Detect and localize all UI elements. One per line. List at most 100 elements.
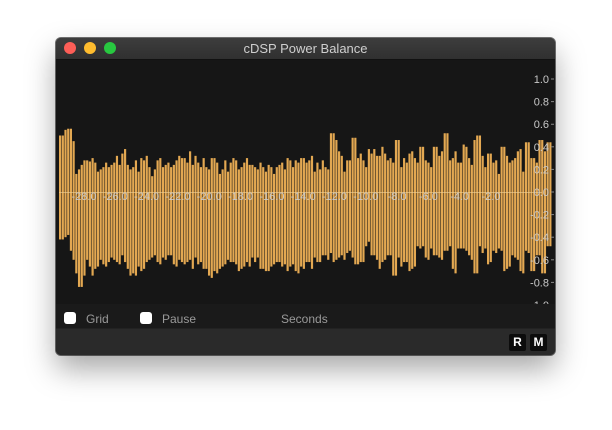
x-tick-label: -16.0 bbox=[259, 191, 284, 203]
balance-plot: -28.0 -26.0 -24.0 -22.0 -20.0 -18.0 -16.0 -14.0… bbox=[56, 60, 555, 304]
balance-bar bbox=[468, 158, 471, 256]
balance-bar bbox=[272, 173, 276, 265]
pause-label: Pause bbox=[162, 312, 197, 326]
balance-chart: -28.0 -26.0 -24.0 -22.0 -20.0 -18.0 -16.0 -14.0… bbox=[59, 74, 554, 304]
balance-bar bbox=[156, 160, 159, 263]
balance-bar bbox=[497, 173, 500, 249]
balance-bar bbox=[59, 135, 62, 240]
balance-bar bbox=[313, 171, 316, 258]
balance-bar bbox=[189, 151, 192, 260]
balance-bar bbox=[126, 164, 129, 269]
balance-bar bbox=[519, 149, 522, 272]
balance-bar bbox=[457, 162, 460, 249]
balance-bar bbox=[61, 135, 64, 240]
balance-bar bbox=[221, 169, 224, 267]
balance-bar bbox=[172, 164, 175, 265]
balance-bar bbox=[346, 160, 349, 254]
balance-bar bbox=[340, 155, 343, 256]
balance-bar bbox=[416, 162, 419, 247]
window-title: cDSP Power Balance bbox=[243, 41, 368, 56]
balance-bar bbox=[403, 158, 406, 263]
balance-bar bbox=[262, 167, 265, 269]
balance-bar bbox=[186, 162, 189, 263]
balance-bar bbox=[256, 169, 259, 258]
balance-bar bbox=[492, 162, 495, 251]
balance-bar bbox=[549, 142, 552, 247]
balance-bar bbox=[197, 162, 200, 265]
balance-bar bbox=[541, 140, 544, 274]
balance-bar bbox=[400, 167, 403, 267]
balance-bar bbox=[378, 155, 381, 269]
balance-bar bbox=[167, 162, 170, 256]
balance-bar bbox=[216, 162, 219, 274]
balance-bar bbox=[151, 176, 154, 258]
balance-bar bbox=[75, 173, 78, 274]
balance-bar bbox=[202, 158, 205, 269]
y-tick-label: 0.6 bbox=[534, 119, 549, 131]
y-tick-label: 0.4 bbox=[534, 142, 549, 154]
balance-bar bbox=[96, 171, 100, 267]
balance-bar bbox=[124, 149, 127, 263]
balance-bar bbox=[495, 160, 498, 254]
r-button[interactable]: R bbox=[509, 334, 526, 351]
balance-bar bbox=[321, 160, 324, 256]
balance-bar bbox=[153, 169, 156, 256]
balance-bar bbox=[405, 162, 408, 263]
balance-bar bbox=[207, 169, 211, 276]
x-tick-label: -12.0 bbox=[322, 191, 347, 203]
balance-bar bbox=[394, 140, 398, 276]
m-button[interactable]: M bbox=[530, 334, 547, 351]
y-tick-label: 0.0 bbox=[534, 187, 549, 199]
balance-bar bbox=[213, 158, 216, 272]
balance-bar bbox=[411, 151, 414, 269]
controls-row: Grid Pause Seconds bbox=[56, 304, 555, 328]
balance-bar bbox=[64, 129, 67, 238]
y-tick-label: -0.2 bbox=[530, 210, 549, 222]
balance-bar bbox=[232, 158, 235, 263]
x-tick-label: -2.0 bbox=[482, 191, 501, 203]
grid-checkbox[interactable] bbox=[64, 312, 76, 324]
y-tick-label: 0.8 bbox=[534, 97, 549, 109]
balance-bar bbox=[308, 160, 311, 263]
balance-bar bbox=[459, 162, 463, 249]
balance-bar bbox=[486, 153, 490, 265]
balance-bar bbox=[115, 155, 119, 263]
balance-bar bbox=[145, 155, 148, 263]
balance-bar bbox=[210, 158, 213, 278]
balance-bar bbox=[175, 160, 178, 267]
balance-bar bbox=[113, 162, 116, 260]
title-bar[interactable]: cDSP Power Balance bbox=[56, 38, 555, 60]
balance-bar bbox=[481, 155, 484, 254]
balance-bar bbox=[264, 171, 268, 272]
x-tick-label: -24.0 bbox=[134, 191, 159, 203]
balance-bar bbox=[148, 167, 151, 260]
balance-bar bbox=[362, 160, 365, 263]
balance-bar bbox=[170, 167, 173, 256]
balance-bar bbox=[327, 169, 330, 260]
grid-label: Grid bbox=[86, 312, 109, 326]
balance-bar bbox=[226, 171, 230, 260]
y-tick-label: 1.0 bbox=[534, 74, 549, 86]
pause-checkbox[interactable] bbox=[140, 312, 152, 324]
x-tick-label: -20.0 bbox=[197, 191, 222, 203]
balance-bar bbox=[470, 164, 473, 260]
balance-bar bbox=[86, 160, 89, 260]
balance-bar bbox=[438, 155, 441, 258]
balance-bar bbox=[83, 160, 86, 276]
balance-bar bbox=[484, 167, 487, 249]
balance-bar bbox=[88, 161, 91, 267]
x-axis-title: Seconds bbox=[281, 312, 328, 326]
balance-bar bbox=[375, 155, 379, 260]
balance-bar bbox=[343, 171, 346, 260]
balance-bar bbox=[142, 160, 146, 269]
balance-bar bbox=[473, 140, 476, 274]
balance-bar bbox=[121, 153, 124, 256]
balance-bar bbox=[159, 158, 162, 265]
app-window: cDSP Power Balance -28.0 -26.0 -24.0 -22.0-… bbox=[56, 38, 555, 355]
balance-bar bbox=[67, 128, 70, 235]
y-tick-label: -0.6 bbox=[530, 255, 549, 267]
balance-bar bbox=[359, 153, 362, 263]
y-tick-label: -0.8 bbox=[530, 277, 549, 289]
balance-bar bbox=[440, 151, 444, 260]
x-tick-label: -18.0 bbox=[228, 191, 253, 203]
